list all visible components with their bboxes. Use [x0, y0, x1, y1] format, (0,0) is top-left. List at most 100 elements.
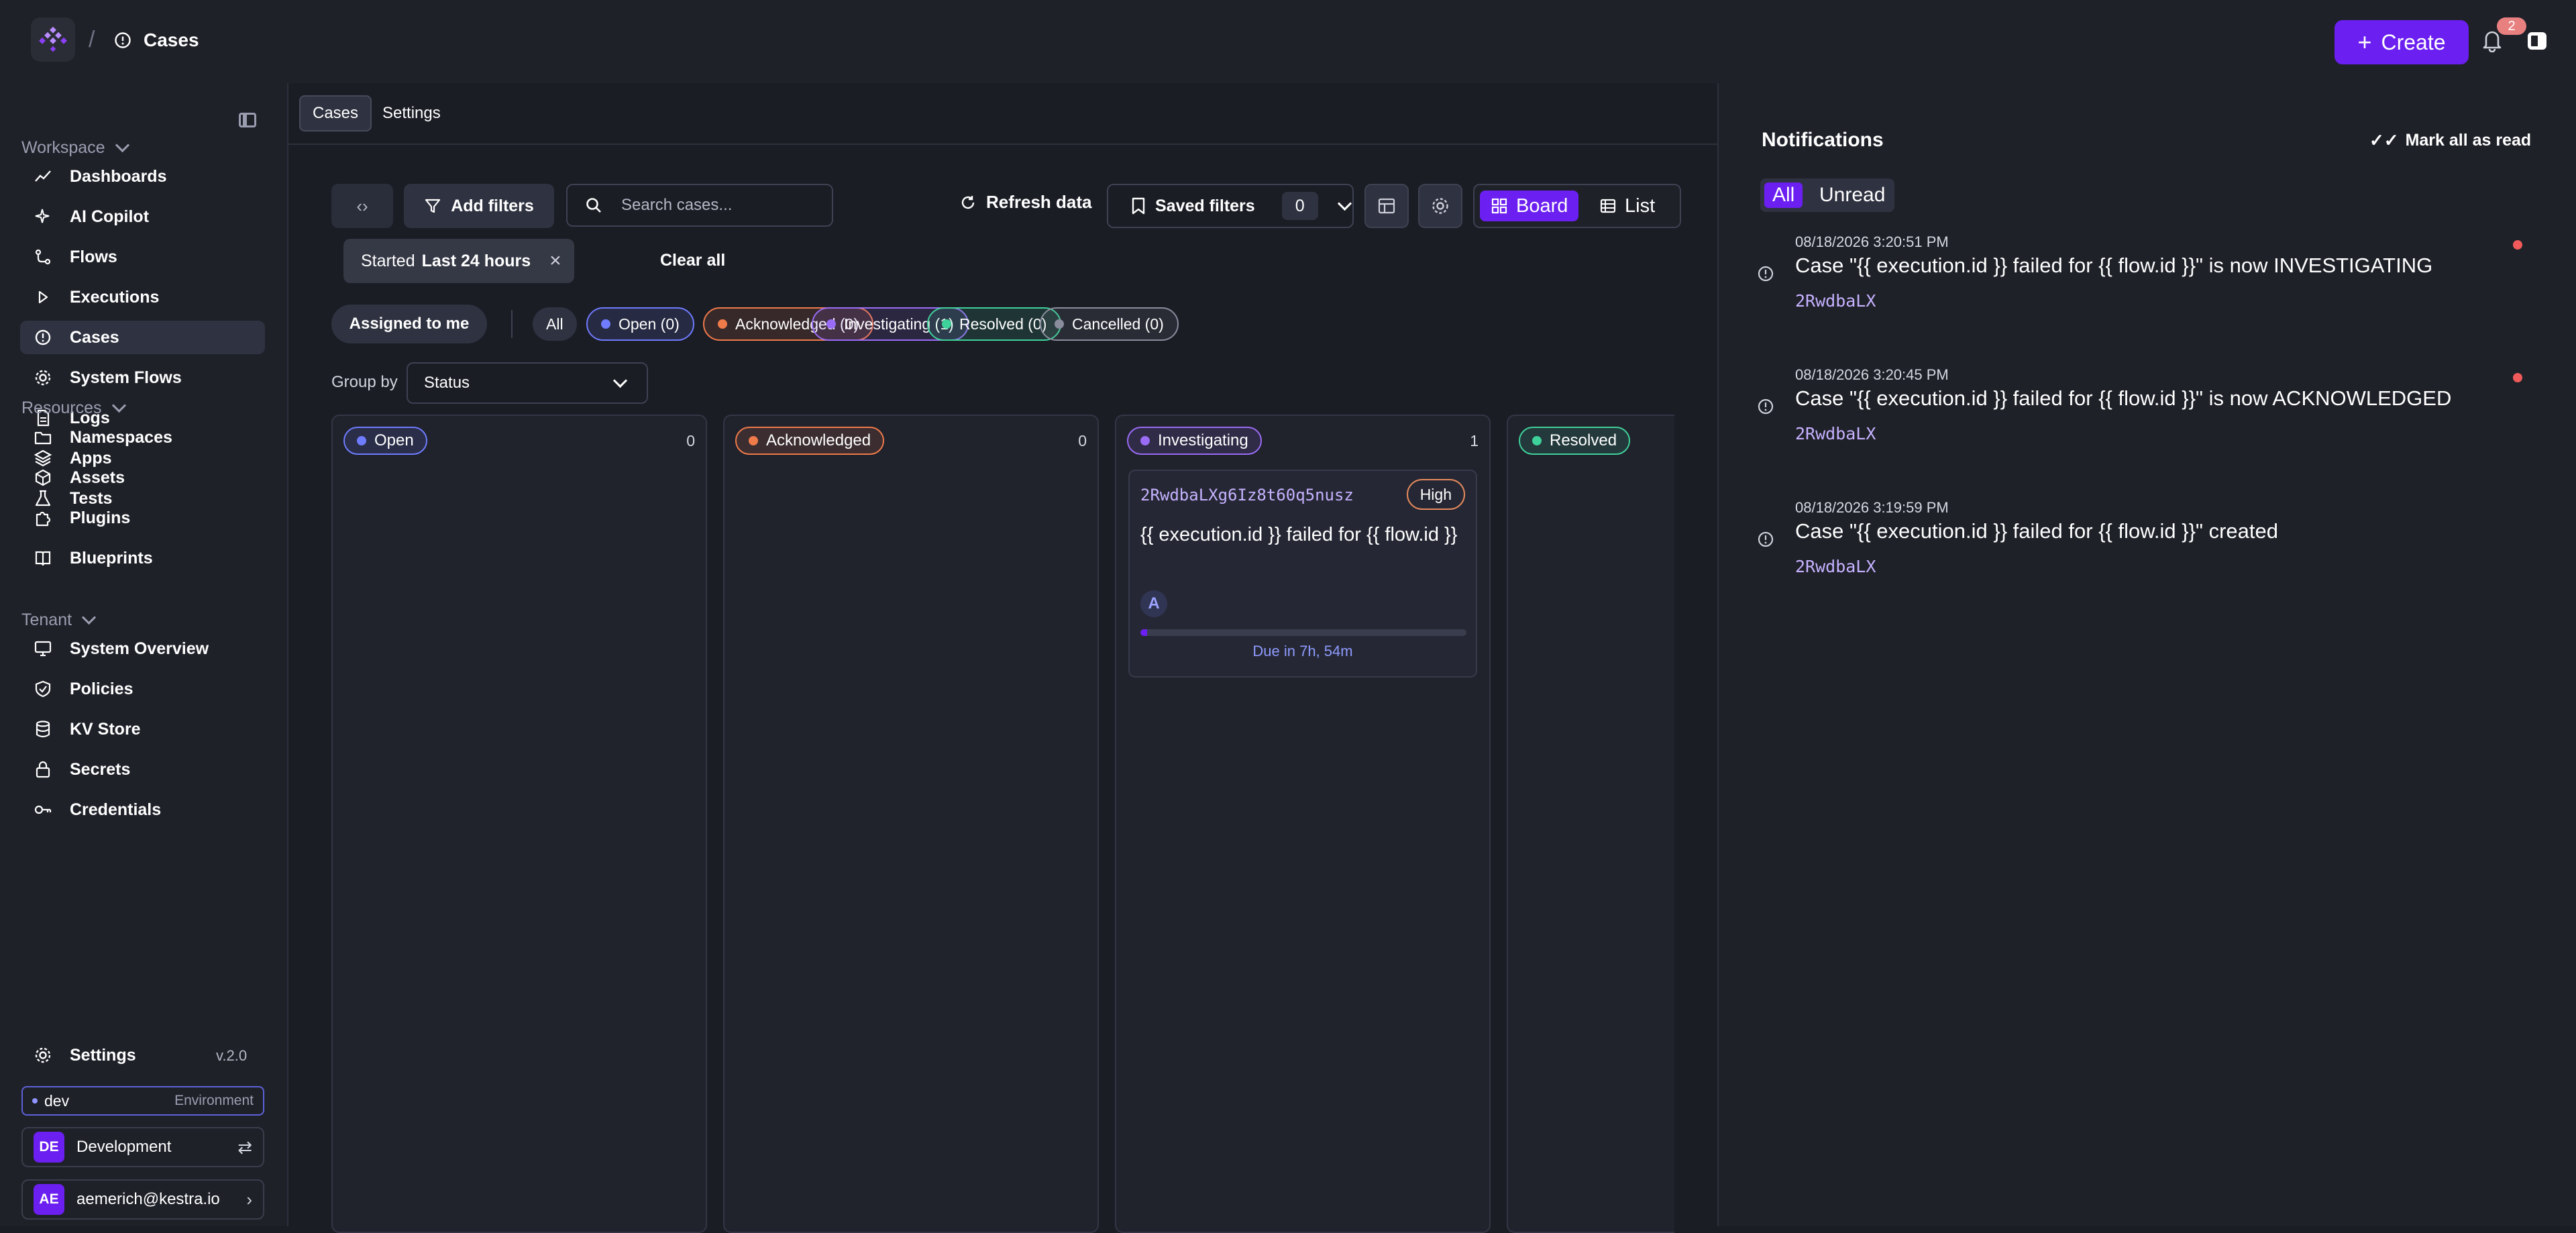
environment-label: Environment: [174, 1093, 254, 1108]
sidebar-item-assets[interactable]: Assets: [20, 461, 265, 494]
assigned-to-me-button[interactable]: Assigned to me: [331, 305, 487, 343]
notification-time: 08/18/2026 3:20:51 PM: [1795, 233, 1949, 250]
case-id[interactable]: 2RwdbaLXg6Iz8t60q5nusz: [1140, 486, 1354, 504]
shield-check-icon: [35, 680, 51, 698]
active-filter-chip[interactable]: Started Last 24 hours ×: [343, 239, 574, 283]
cube-icon: [35, 469, 51, 486]
group-by-select[interactable]: Status: [407, 362, 648, 404]
alert-circle-icon: [1758, 398, 1774, 415]
sidebar-item-plugins[interactable]: Plugins: [20, 501, 265, 535]
sidebar-item-label: KV Store: [70, 719, 141, 739]
gear-icon: [1432, 198, 1448, 214]
column-count: 0: [1078, 432, 1087, 449]
chart-line-icon: [35, 170, 51, 182]
sidebar-item-kv-store[interactable]: KV Store: [20, 712, 265, 746]
section-tenant[interactable]: Tenant: [21, 610, 97, 630]
page-tabs: Cases Settings: [288, 83, 1717, 145]
tab-settings[interactable]: Settings: [370, 95, 453, 131]
sidebar-item-label: Cases: [70, 327, 119, 347]
status-filter-pill[interactable]: Open (0): [586, 307, 694, 341]
filter-icon: [425, 199, 441, 213]
clear-all-button[interactable]: Clear all: [660, 251, 725, 270]
notification-case-ref[interactable]: 2RwdbaLX: [1795, 557, 1876, 576]
search-input[interactable]: Search cases...: [566, 184, 833, 227]
board-view-button[interactable]: Board: [1480, 191, 1579, 221]
sidebar-item-label: Blueprints: [70, 548, 153, 568]
sidebar-item-credentials[interactable]: Credentials: [20, 793, 265, 826]
board-settings-button[interactable]: [1418, 184, 1462, 228]
notification-item[interactable]: 08/18/2026 3:20:45 PM Case "{{ execution.…: [1756, 366, 2534, 487]
sidebar-item-label: Credentials: [70, 800, 162, 819]
board-column: Investigating 1 2RwdbaLXg6Iz8t60q5nusz High…: [1115, 415, 1491, 1233]
sidebar-item-system-flows[interactable]: System Flows: [20, 361, 265, 394]
sidebar-item-ai-copilot[interactable]: AI Copilot: [20, 200, 265, 233]
status-filter-label: Cancelled (0): [1072, 315, 1164, 333]
sidebar-collapse-icon[interactable]: [239, 113, 256, 127]
notification-case-ref[interactable]: 2RwdbaLX: [1795, 424, 1876, 443]
sidebar-item-label: Flows: [70, 247, 117, 266]
panel-toggle-icon[interactable]: [2528, 32, 2546, 50]
table-settings-button[interactable]: [1364, 184, 1409, 228]
status-dot: [1055, 319, 1064, 329]
column-label: Acknowledged: [766, 431, 871, 449]
sla-progress-bar: [1140, 629, 1466, 636]
notification-message: Case "{{ execution.id }} failed for {{ f…: [1795, 519, 2279, 543]
create-button[interactable]: + Create: [2334, 20, 2469, 64]
notification-item[interactable]: 08/18/2026 3:19:59 PM Case "{{ execution.…: [1756, 499, 2534, 620]
grid-icon: [1491, 198, 1507, 214]
sidebar-item-flows[interactable]: Flows: [20, 240, 265, 274]
play-icon: [38, 290, 48, 304]
switch-icon: ⇄: [237, 1136, 252, 1157]
column-label: Resolved: [1550, 431, 1617, 449]
sidebar-item-secrets[interactable]: Secrets: [20, 753, 265, 786]
alert-circle-icon: [1758, 266, 1774, 282]
sidebar-item-dashboards[interactable]: Dashboards: [20, 160, 265, 193]
environment-dot: [32, 1098, 38, 1104]
notification-tabs: All Unread: [1760, 178, 1894, 212]
tab-unread[interactable]: Unread: [1811, 182, 1893, 208]
list-view-button[interactable]: List: [1589, 191, 1666, 221]
sidebar-item-cases[interactable]: Cases: [20, 321, 265, 354]
view-toggle: Board List: [1473, 184, 1681, 228]
close-icon[interactable]: ×: [549, 250, 561, 272]
search-placeholder: Search cases...: [621, 196, 733, 214]
tab-all[interactable]: All: [1764, 182, 1803, 208]
notification-item[interactable]: 08/18/2026 3:20:51 PM Case "{{ execution.…: [1756, 233, 2534, 354]
tenant-switcher[interactable]: DE Development ⇄: [21, 1127, 264, 1167]
sidebar-item-blueprints[interactable]: Blueprints: [20, 541, 265, 575]
sidebar-item-namespaces[interactable]: Namespaces: [20, 421, 265, 454]
sidebar-item-policies[interactable]: Policies: [20, 672, 265, 706]
mark-all-read-button[interactable]: ✓✓ Mark all as read: [2369, 130, 2531, 151]
status-dot: [942, 319, 951, 329]
kestra-logo[interactable]: [31, 17, 75, 62]
tab-cases[interactable]: Cases: [299, 95, 372, 131]
sidebar-item-system-overview[interactable]: System Overview: [20, 632, 265, 665]
sidebar-item-label: Settings: [70, 1045, 136, 1065]
refresh-data-button[interactable]: Refresh data: [959, 192, 1092, 213]
column-status-badge: Investigating: [1127, 427, 1262, 455]
list-icon: [1600, 199, 1616, 213]
status-filter-label: All: [546, 315, 564, 333]
board-column: Acknowledged 0: [723, 415, 1099, 1233]
refresh-label: Refresh data: [986, 192, 1092, 212]
sidebar-item-executions[interactable]: Executions: [20, 280, 265, 314]
section-workspace[interactable]: Workspace: [21, 138, 129, 158]
alert-circle-icon: [35, 329, 51, 345]
notification-case-ref[interactable]: 2RwdbaLX: [1795, 291, 1876, 311]
add-filters-button[interactable]: Add filters: [404, 184, 554, 228]
sidebar-item-label: System Flows: [70, 368, 182, 387]
chevron-down-icon: [81, 610, 97, 625]
section-resources[interactable]: Resources: [21, 398, 126, 418]
saved-filters-dropdown[interactable]: Saved filters 0: [1107, 184, 1354, 228]
filter-prefix: Started: [361, 251, 415, 270]
environment-value: dev: [44, 1091, 70, 1110]
chevron-down-icon: [1337, 196, 1352, 211]
case-card[interactable]: 2RwdbaLXg6Iz8t60q5nusz High {{ execution.i…: [1128, 470, 1477, 678]
status-filter-pill[interactable]: Cancelled (0): [1040, 307, 1179, 341]
unread-dot: [2513, 240, 2522, 250]
environment-indicator[interactable]: dev Environment: [21, 1086, 264, 1116]
status-filter-pill[interactable]: All: [533, 307, 577, 341]
user-menu[interactable]: AE aemerich@kestra.io ›: [21, 1179, 264, 1220]
code-view-button[interactable]: ‹›: [331, 184, 393, 228]
notification-time: 08/18/2026 3:19:59 PM: [1795, 499, 1949, 516]
